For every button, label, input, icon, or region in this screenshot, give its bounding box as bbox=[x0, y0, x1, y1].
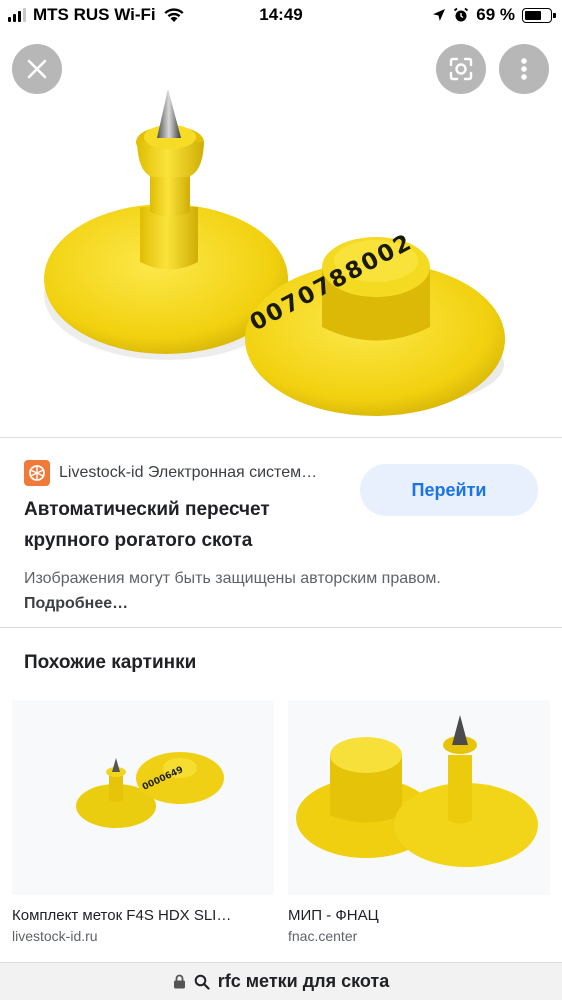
status-left: MTS RUS Wi-Fi bbox=[8, 5, 185, 25]
source-row[interactable]: Livestock-id Электронная систем… bbox=[24, 460, 341, 486]
similar-images-heading: Похожие картинки bbox=[24, 652, 197, 673]
wifi-icon bbox=[164, 8, 184, 22]
more-vert-icon bbox=[521, 58, 527, 80]
url-text: rfc метки для скота bbox=[217, 971, 390, 991]
search-icon bbox=[194, 974, 210, 990]
battery-icon bbox=[522, 7, 556, 23]
ear-tag-image bbox=[44, 89, 505, 416]
similar-domain: livestock-id.ru bbox=[12, 928, 98, 944]
close-icon bbox=[27, 59, 47, 79]
alarm-icon bbox=[454, 7, 469, 22]
copyright-text: Изображения могут быть защищены авторски… bbox=[24, 570, 441, 587]
similar-thumbnail[interactable] bbox=[288, 700, 550, 895]
divider bbox=[0, 437, 562, 438]
learn-more-link[interactable]: Подробнее… bbox=[24, 595, 128, 612]
battery-percent: 69 % bbox=[476, 5, 515, 24]
similar-image-card[interactable]: 0000649 Комплект меток F4S HDX SLI… live… bbox=[12, 700, 274, 944]
lens-icon bbox=[449, 57, 473, 81]
more-options-button[interactable] bbox=[499, 44, 549, 94]
ear-tag-thumbnail: 0000649 bbox=[76, 752, 224, 828]
image-preview[interactable]: 0070788002 bbox=[0, 32, 562, 436]
site-favicon-icon bbox=[24, 460, 50, 486]
carrier-label: MTS RUS Wi-Fi bbox=[33, 5, 156, 24]
similar-caption: МИП - ФНАЦ bbox=[288, 907, 379, 924]
divider bbox=[0, 627, 562, 628]
similar-image-card[interactable]: МИП - ФНАЦ fnac.center bbox=[288, 700, 550, 944]
similar-caption: Комплект меток F4S HDX SLI… bbox=[12, 907, 232, 924]
status-right: 69 % bbox=[432, 5, 556, 25]
source-name: Livestock-id Электронная систем… bbox=[59, 464, 318, 481]
cell-signal-icon bbox=[8, 8, 26, 22]
status-bar: MTS RUS Wi-Fi 14:49 69 % bbox=[0, 0, 562, 32]
copyright-notice: Изображения могут быть защищены авторски… bbox=[24, 566, 524, 616]
result-title[interactable]: Автоматический пересчет крупного рогатог… bbox=[24, 494, 344, 556]
location-arrow-icon bbox=[433, 9, 446, 21]
ear-tag-thumbnail bbox=[296, 715, 538, 867]
lens-button[interactable] bbox=[436, 44, 486, 94]
close-button[interactable] bbox=[12, 44, 62, 94]
lock-icon bbox=[173, 974, 185, 989]
similar-thumbnail[interactable]: 0000649 bbox=[12, 700, 274, 895]
similar-domain: fnac.center bbox=[288, 928, 358, 944]
address-bar[interactable]: rfc метки для скота bbox=[0, 962, 562, 1000]
visit-button[interactable]: Перейти bbox=[360, 464, 538, 516]
